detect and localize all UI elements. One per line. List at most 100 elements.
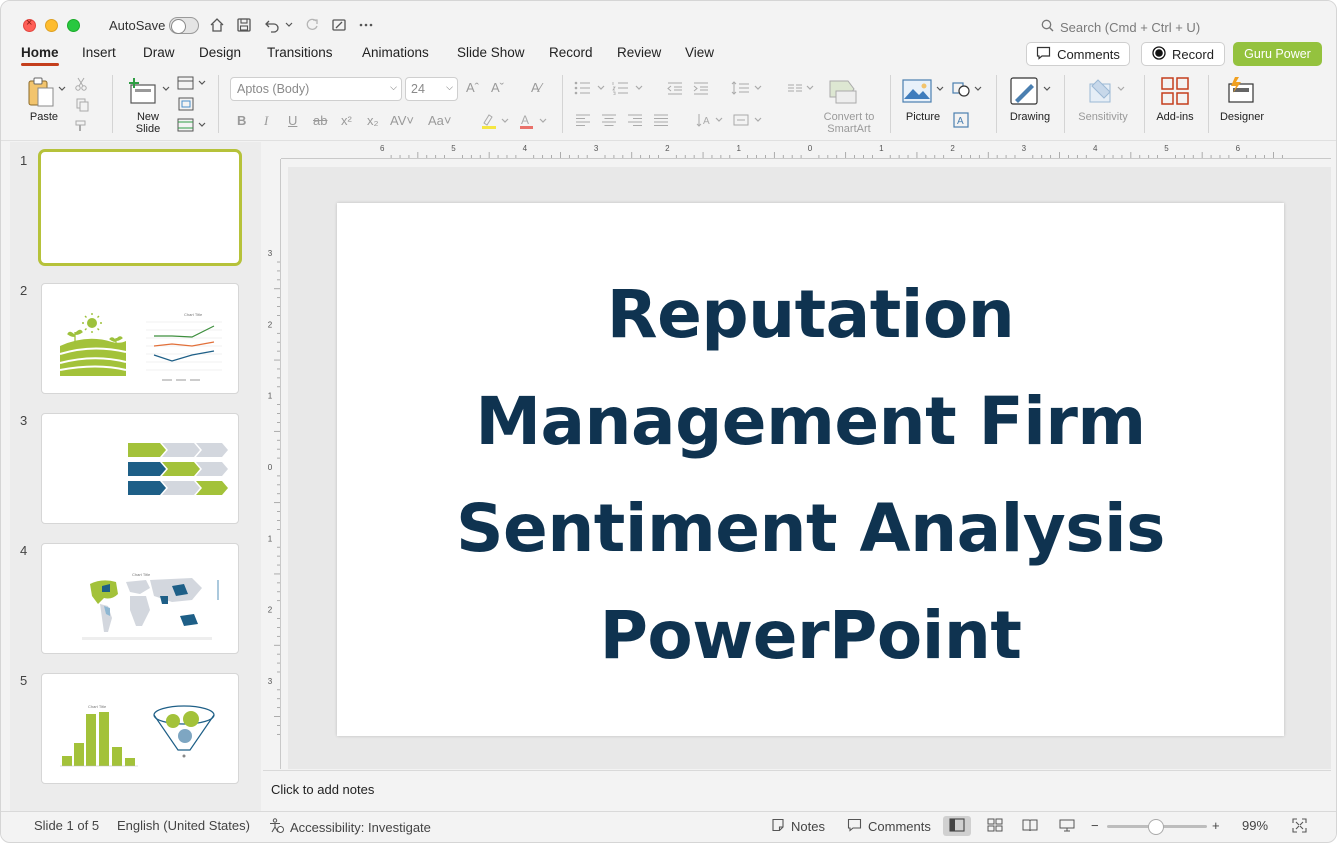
comments-toggle[interactable]: Comments: [847, 818, 931, 835]
align-left-icon[interactable]: [576, 113, 590, 127]
layout-icon[interactable]: [177, 75, 207, 91]
redo-icon[interactable]: [302, 15, 322, 35]
increase-font-icon[interactable]: Aˆ: [466, 80, 479, 95]
format-painter-icon[interactable]: [73, 118, 89, 134]
align-right-icon[interactable]: [628, 113, 642, 127]
close-window-button[interactable]: [23, 17, 36, 32]
bullets-icon[interactable]: [574, 81, 608, 95]
columns-icon[interactable]: [787, 81, 817, 95]
undo-icon[interactable]: [262, 15, 282, 35]
font-size-select[interactable]: 24 ⌵: [405, 77, 458, 101]
undo-dropdown-icon[interactable]: [282, 15, 296, 35]
maximize-window-button[interactable]: [67, 19, 80, 32]
picture-icon[interactable]: [901, 77, 933, 105]
bold-icon[interactable]: B: [237, 113, 246, 128]
guru-power-button[interactable]: Guru Power: [1233, 42, 1322, 66]
save-icon[interactable]: [234, 15, 254, 35]
smartart-icon[interactable]: [828, 77, 860, 105]
slide-thumbnails-panel[interactable]: 1 2 Chart Title 3 4 Chart Title 5 Chart …: [10, 142, 261, 812]
justify-icon[interactable]: [654, 113, 668, 127]
slideshow-view-button[interactable]: [1053, 816, 1081, 836]
tab-transitions[interactable]: Transitions: [267, 45, 333, 60]
text-direction-icon[interactable]: A: [696, 113, 726, 127]
current-slide[interactable]: Reputation Management Firm Sentiment Ana…: [337, 203, 1284, 736]
designer-icon[interactable]: [1225, 75, 1257, 107]
tab-animations[interactable]: Animations: [362, 45, 429, 60]
line-spacing-icon[interactable]: [731, 81, 765, 95]
align-center-icon[interactable]: [602, 113, 616, 127]
paste-icon[interactable]: [25, 75, 57, 109]
highlight-icon[interactable]: [480, 113, 510, 129]
slide-thumb-5[interactable]: Chart Title: [41, 673, 239, 784]
drawing-icon[interactable]: [1008, 75, 1040, 107]
present-icon[interactable]: [329, 15, 349, 35]
slide-thumb-4[interactable]: Chart Title: [41, 543, 239, 654]
strikethrough-icon[interactable]: ab: [313, 113, 327, 128]
comments-button[interactable]: Comments: [1026, 42, 1130, 66]
minimize-window-button[interactable]: [45, 19, 58, 32]
language-status[interactable]: English (United States): [117, 818, 250, 833]
powerpoint-window: AutoSave Search (Cmd + Ctrl + U): [0, 0, 1337, 843]
zoom-in-button[interactable]: +: [1212, 818, 1220, 833]
change-case-icon[interactable]: Aa˅: [428, 113, 452, 128]
thumb-3-graphic: [128, 443, 228, 495]
home-icon[interactable]: [207, 15, 227, 35]
copy-icon[interactable]: [73, 97, 95, 113]
subscript-icon[interactable]: x₂: [367, 113, 379, 128]
more-icon[interactable]: [356, 15, 376, 35]
decrease-indent-icon[interactable]: [667, 81, 683, 95]
fit-to-window-button[interactable]: [1292, 818, 1307, 836]
reset-slide-icon[interactable]: [177, 96, 195, 112]
zoom-out-button[interactable]: −: [1091, 818, 1099, 833]
picture-dropdown-icon[interactable]: [936, 85, 944, 93]
tab-view[interactable]: View: [685, 45, 714, 60]
notes-toggle[interactable]: Notes: [771, 818, 825, 835]
clear-formatting-icon[interactable]: A∕: [531, 80, 542, 95]
tab-review[interactable]: Review: [617, 45, 661, 60]
new-slide-icon[interactable]: [127, 75, 159, 107]
section-icon[interactable]: [177, 117, 207, 133]
slide-thumb-1[interactable]: [38, 149, 242, 266]
align-text-icon[interactable]: [733, 113, 765, 127]
accessibility-status[interactable]: Accessibility: Investigate: [269, 818, 431, 836]
font-name-select[interactable]: Aptos (Body) ⌵: [230, 77, 402, 101]
tab-insert[interactable]: Insert: [82, 45, 116, 60]
cut-icon[interactable]: [73, 76, 89, 92]
tab-record[interactable]: Record: [549, 45, 593, 60]
autosave-toggle[interactable]: [169, 17, 199, 34]
notes-pane[interactable]: Click to add notes: [263, 770, 1331, 810]
reading-view-button[interactable]: [1016, 816, 1044, 836]
tab-home[interactable]: Home: [21, 45, 59, 66]
slide-number-4: 4: [20, 543, 28, 558]
drawing-dropdown-icon[interactable]: [1043, 85, 1051, 93]
record-button[interactable]: Record: [1141, 42, 1225, 66]
italic-icon[interactable]: I: [264, 113, 268, 129]
slide-sorter-button[interactable]: [981, 816, 1009, 836]
slide-title[interactable]: Reputation Management Firm Sentiment Ana…: [337, 261, 1284, 689]
tab-design[interactable]: Design: [199, 45, 241, 60]
thumb-map-chart-title: Chart Title: [132, 572, 151, 577]
shapes-icon[interactable]: [951, 79, 983, 99]
sensitivity-dropdown-icon[interactable]: [1117, 85, 1125, 93]
paste-dropdown-icon[interactable]: [58, 85, 66, 93]
character-spacing-icon[interactable]: AV˅: [390, 113, 414, 128]
decrease-font-icon[interactable]: Aˇ: [491, 80, 504, 95]
fit-window-icon: [1292, 818, 1307, 836]
new-slide-dropdown-icon[interactable]: [162, 85, 170, 93]
slide-thumb-3[interactable]: [41, 413, 239, 524]
search-box[interactable]: Search (Cmd + Ctrl + U): [1041, 16, 1200, 38]
font-color-icon[interactable]: A: [518, 113, 548, 129]
numbering-icon[interactable]: [612, 81, 646, 95]
slide-thumb-2[interactable]: Chart Title: [41, 283, 239, 394]
zoom-slider-handle[interactable]: [1148, 819, 1164, 835]
zoom-percentage[interactable]: 99%: [1242, 818, 1268, 833]
tab-slide-show[interactable]: Slide Show: [457, 45, 525, 60]
underline-icon[interactable]: U: [288, 113, 297, 128]
add-ins-icon[interactable]: [1159, 75, 1191, 107]
superscript-icon[interactable]: x²: [341, 113, 352, 128]
normal-view-button[interactable]: [943, 816, 971, 836]
increase-indent-icon[interactable]: [693, 81, 709, 95]
tab-draw[interactable]: Draw: [143, 45, 175, 60]
text-box-icon[interactable]: A: [952, 111, 970, 129]
sensitivity-icon[interactable]: [1085, 75, 1117, 107]
